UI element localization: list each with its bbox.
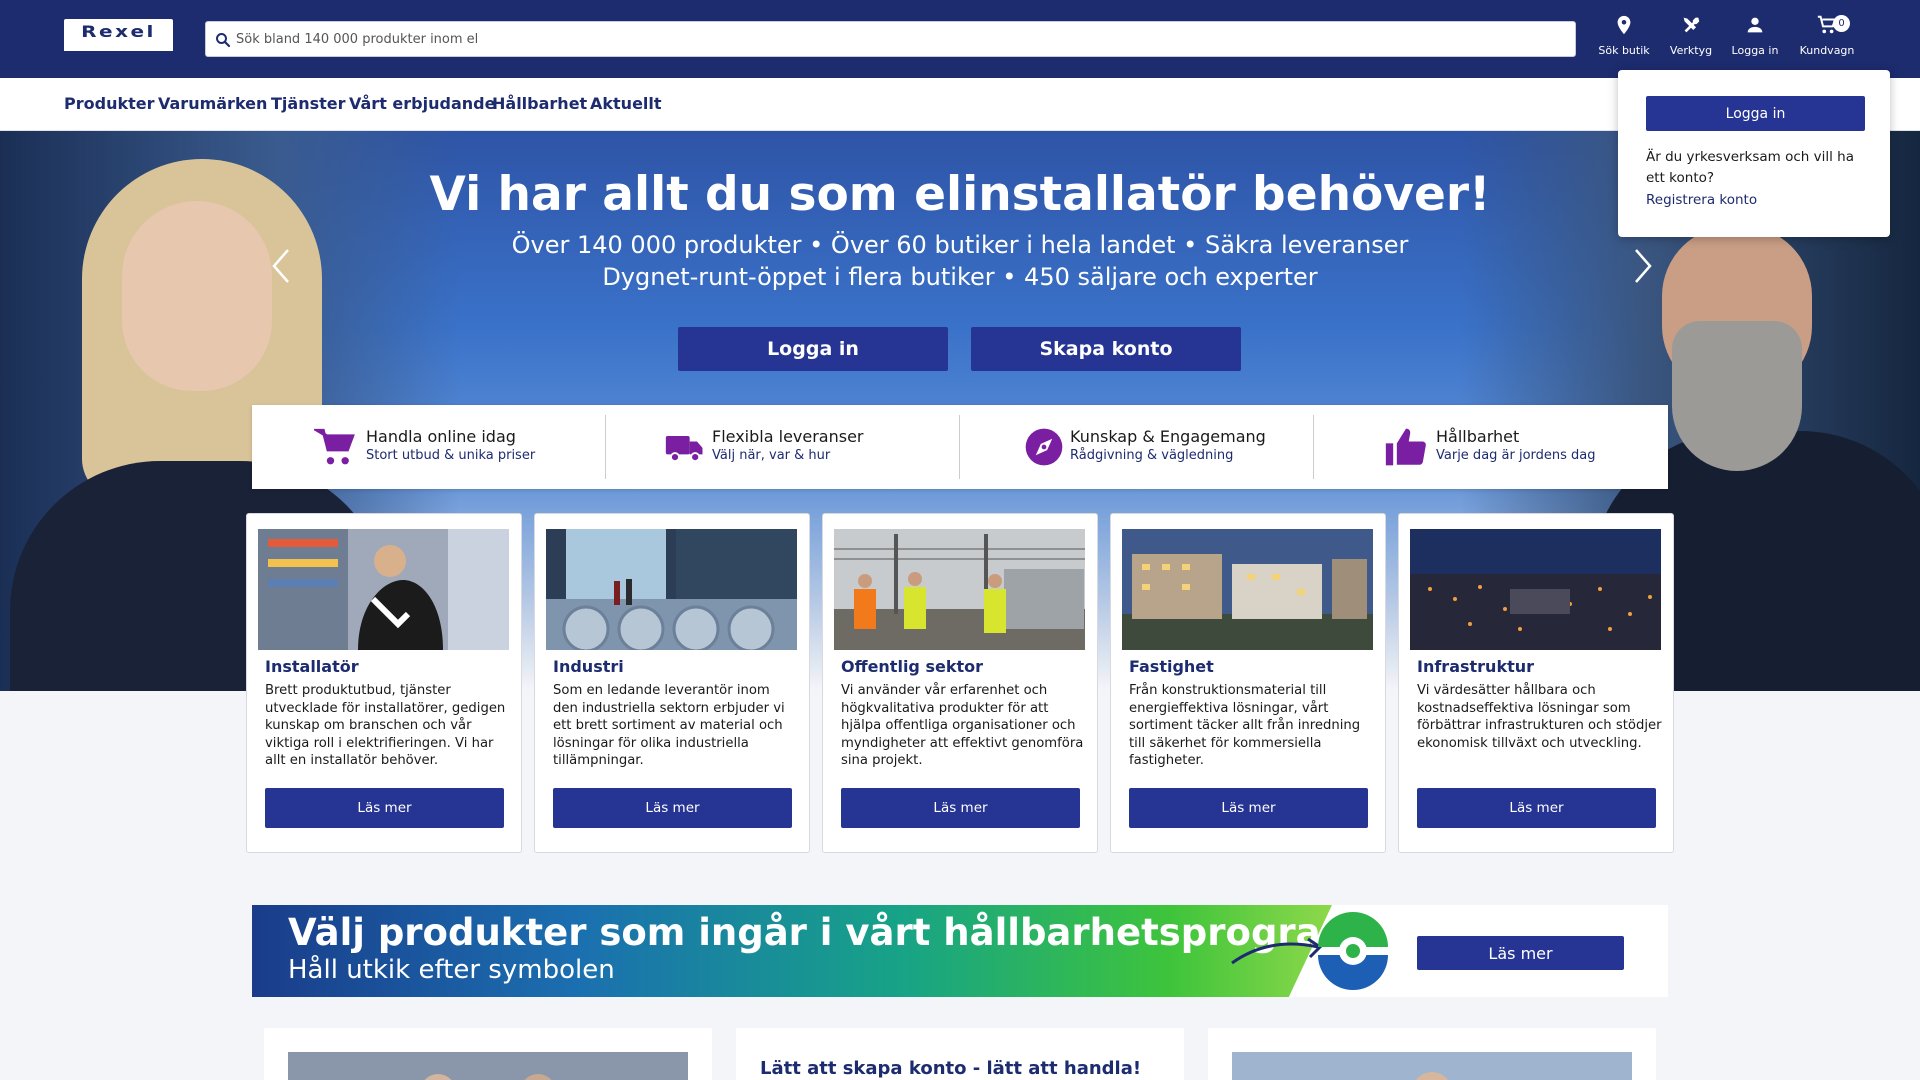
card-description: Vi använder vår erfarenhet och högkvalit… (841, 683, 1084, 768)
nav-item-varumarken[interactable]: Varumärken (158, 94, 267, 113)
read-more-button[interactable]: Läs mer (1417, 788, 1656, 828)
teaser-card-left[interactable] (264, 1028, 712, 1080)
tools-button[interactable]: Verktyg (1658, 14, 1724, 64)
card-title: Offentlig sektor (841, 657, 983, 676)
search-box[interactable] (205, 21, 1576, 57)
card-image-industry (546, 529, 797, 650)
top-header: Rexel Sök butik Verktyg Logga in (0, 0, 1920, 78)
cart-button[interactable]: 0 Kundvagn (1794, 14, 1860, 64)
tools-icon (1683, 17, 1700, 33)
usp-item-knowledge[interactable]: Kunskap & Engagemang Rådgivning & vägled… (960, 405, 1314, 489)
compass-icon (1025, 428, 1063, 466)
user-icon (1747, 17, 1763, 33)
usp-item-sustainability[interactable]: Hållbarhet Varje dag är jordens dag (1314, 405, 1668, 489)
card-description: Som en ledande leverantör inom den indus… (553, 683, 785, 768)
segment-card-offentlig-sektor: Offentlig sektor Vi använder vår erfaren… (822, 513, 1098, 853)
teaser-image-left (288, 1052, 688, 1080)
card-title: Infrastruktur (1417, 657, 1535, 676)
card-title: Industri (553, 657, 624, 676)
usp-title: Kunskap & Engagemang (1070, 427, 1266, 446)
carousel-next-arrow-icon[interactable] (1622, 246, 1662, 286)
nav-item-hallbarhet[interactable]: Hållbarhet (492, 94, 587, 113)
card-image-public-sector (834, 529, 1085, 650)
rexel-logo[interactable]: Rexel (64, 19, 173, 58)
hero-login-button[interactable]: Logga in (678, 327, 948, 371)
thumbs-up-icon (1385, 428, 1426, 466)
sustainability-program-symbol-icon (1318, 912, 1388, 990)
sustainability-banner: Välj produkter som ingår i vårt hållbarh… (252, 905, 1668, 997)
carousel-prev-arrow-icon[interactable] (262, 246, 302, 286)
card-image-real-estate (1122, 529, 1373, 650)
card-description: Brett produktutbud, tjänster utvecklade … (265, 683, 506, 768)
hero-person-left-face (122, 201, 272, 391)
read-more-button[interactable]: Läs mer (553, 788, 792, 828)
usp-subtitle: Varje dag är jordens dag (1436, 448, 1596, 463)
nav-item-produkter[interactable]: Produkter (64, 94, 154, 113)
search-input[interactable] (236, 27, 1556, 51)
usp-subtitle: Stort utbud & unika priser (366, 448, 536, 463)
card-image-infrastructure (1410, 529, 1661, 650)
read-more-button[interactable]: Läs mer (265, 788, 504, 828)
hero-create-account-button[interactable]: Skapa konto (971, 327, 1241, 371)
truck-icon (665, 436, 703, 463)
teaser-image-right (1232, 1052, 1632, 1080)
teaser-title: Lätt att skapa konto - lätt att handla! (760, 1058, 1142, 1079)
banner-title: Välj produkter som ingår i vårt hållbarh… (288, 911, 1360, 954)
login-dropdown: Logga in Är du yrkesverksam och vill ha … (1618, 70, 1890, 237)
sustainability-read-more-button[interactable]: Läs mer (1417, 936, 1624, 970)
usp-subtitle: Rådgivning & vägledning (1070, 448, 1234, 463)
usp-subtitle: Välj när, var & hur (712, 448, 831, 463)
location-pin-icon (1617, 15, 1631, 35)
segment-card-industri: Industri Som en ledande leverantör inom … (534, 513, 810, 853)
read-more-button[interactable]: Läs mer (1129, 788, 1368, 828)
usp-title: Handla online idag (366, 427, 516, 446)
usp-title: Hållbarhet (1436, 427, 1520, 446)
teaser-card-middle[interactable]: Lätt att skapa konto - lätt att handla! (736, 1028, 1184, 1080)
find-store-button[interactable]: Sök butik (1591, 14, 1657, 64)
logo-text: Rexel (81, 22, 156, 41)
cart-label: Kundvagn (1799, 44, 1855, 57)
usp-item-shop-online[interactable]: Handla online idag Stort utbud & unika p… (252, 405, 606, 489)
nav-item-aktuellt[interactable]: Aktuellt (590, 94, 662, 113)
read-more-button[interactable]: Läs mer (841, 788, 1080, 828)
find-store-label: Sök butik (1598, 44, 1650, 57)
card-title: Installatör (265, 657, 359, 676)
nav-item-tjanster[interactable]: Tjänster (271, 94, 346, 113)
segment-card-fastighet: Fastighet Från konstruktionsmaterial til… (1110, 513, 1386, 853)
usp-bar: Handla online idag Stort utbud & unika p… (252, 405, 1668, 489)
search-icon (216, 33, 231, 48)
usp-title: Flexibla leveranser (712, 427, 864, 446)
hero-person-right-beard (1672, 321, 1802, 471)
card-description: Vi värdesätter hållbara och kostnadseffe… (1417, 683, 1662, 751)
dropdown-login-button[interactable]: Logga in (1646, 96, 1865, 131)
usp-item-delivery[interactable]: Flexibla leveranser Välj när, var & hur (606, 405, 960, 489)
teaser-card-right[interactable] (1208, 1028, 1656, 1080)
card-description: Från konstruktionsmaterial till energief… (1129, 683, 1361, 768)
cart-icon (314, 428, 355, 465)
card-image-installer (258, 529, 509, 650)
register-question: Är du yrkesverksam och vill ha ett konto… (1646, 149, 1855, 186)
tools-label: Verktyg (1669, 44, 1713, 57)
logo-underline (64, 49, 173, 58)
banner-subtitle: Håll utkik efter symbolen (288, 955, 615, 985)
cart-count-badge: 0 (1833, 15, 1850, 32)
card-title: Fastighet (1129, 657, 1214, 676)
segment-card-infrastruktur: Infrastruktur Vi värdesätter hållbara oc… (1398, 513, 1674, 853)
login-header-label: Logga in (1731, 44, 1779, 57)
nav-item-vart-erbjudande[interactable]: Vårt erbjudande (349, 94, 495, 113)
login-header-button[interactable]: Logga in (1722, 14, 1788, 64)
segment-card-installator: Installatör Brett produktutbud, tjänster… (246, 513, 522, 853)
register-account-link[interactable]: Registrera konto (1646, 192, 1757, 208)
